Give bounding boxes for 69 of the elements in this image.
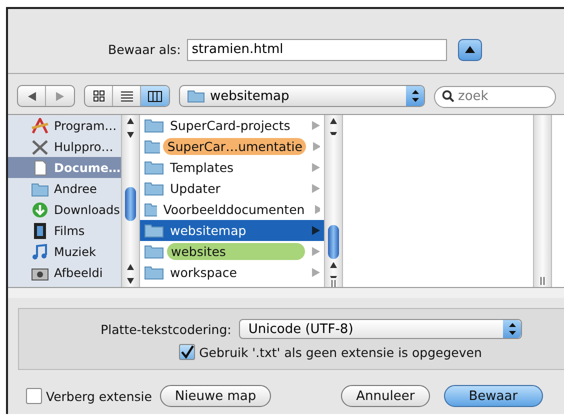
sidebar-item[interactable]: Downloads — [8, 199, 121, 220]
music-note-icon — [31, 244, 49, 260]
columns-icon — [148, 90, 162, 102]
tools-icon — [31, 138, 49, 154]
file-row[interactable]: workspace — [140, 262, 324, 283]
file-row[interactable]: Voorbeelddocumenten — [140, 199, 324, 220]
checkbox-label: Verberg extensie — [46, 388, 152, 404]
popup-arrows-icon — [406, 86, 424, 106]
folder-icon — [144, 202, 158, 217]
color-label: SuperCar…umentatie — [163, 138, 306, 155]
push-button[interactable]: Annuleer — [341, 385, 430, 407]
filename-field[interactable]: stramien.html — [186, 38, 447, 60]
search-icon — [442, 90, 454, 102]
search-field[interactable]: zoek — [434, 86, 556, 108]
folder-icon — [187, 89, 205, 103]
file-row[interactable]: Updater — [140, 178, 324, 199]
default-button[interactable]: Bewaar — [444, 385, 543, 407]
horizontal-scrollbar[interactable] — [8, 288, 564, 298]
sidebar-item[interactable]: Muziek — [8, 241, 121, 262]
columns-view-button[interactable] — [141, 86, 169, 106]
file-row[interactable]: websitemap — [140, 220, 324, 241]
location-popup[interactable]: websitemap — [179, 85, 425, 107]
disclosure-arrow-icon — [312, 163, 320, 172]
download-icon — [31, 202, 49, 218]
checkbox-label: Gebruik '.txt' als geen extensie is opgegeven — [199, 344, 482, 360]
folder-icon — [144, 181, 164, 196]
folder-icon — [144, 160, 164, 175]
folder-icon — [144, 265, 164, 280]
disclosure-arrow-icon — [314, 205, 320, 214]
checkbox[interactable] — [179, 344, 196, 360]
grid-icon — [92, 90, 104, 102]
encoding-popup[interactable]: Unicode (UTF-8) — [239, 319, 522, 339]
encoding-label: Platte-tekstcodering: — [100, 322, 232, 336]
disclosure-arrow-icon — [313, 142, 320, 151]
save-as-label: Bewaar als: — [108, 42, 181, 57]
collapse-button[interactable] — [458, 38, 482, 60]
sidebar-item[interactable]: Films — [8, 220, 121, 241]
forward-arrow-icon — [56, 92, 64, 100]
file-row[interactable]: Templates — [140, 157, 324, 178]
back-arrow-icon — [28, 92, 36, 100]
sidebar-item[interactable]: Andree — [8, 178, 121, 199]
file-row[interactable]: SuperCar…umentatie — [140, 136, 324, 157]
scroll-thumb[interactable] — [328, 224, 339, 258]
scroll-thumb[interactable] — [125, 187, 136, 221]
file-row[interactable]: websites — [140, 241, 324, 262]
disclosure-arrow-icon — [312, 121, 320, 130]
folder-icon — [144, 139, 160, 154]
push-button[interactable]: Nieuwe map — [160, 385, 272, 407]
sidebar-item[interactable]: Hulppro… — [8, 136, 121, 157]
folder-icon — [144, 118, 164, 133]
sidebar-item[interactable]: Afbeeldi — [8, 262, 121, 283]
folder-icon — [31, 180, 49, 196]
color-label: websites — [167, 243, 305, 260]
disclosure-arrow-icon — [312, 184, 320, 193]
list-icon — [120, 90, 132, 102]
pencil-ruler-icon — [31, 118, 49, 134]
popup-arrows-icon — [503, 320, 522, 338]
checkbox[interactable] — [26, 388, 42, 404]
disclosure-arrow-icon — [312, 226, 320, 235]
folder-icon — [144, 244, 164, 259]
folder-icon — [144, 223, 164, 238]
sidebar-item[interactable]: Program… — [8, 115, 121, 136]
disclosure-arrow-icon — [312, 247, 320, 256]
scrollbar[interactable] — [121, 115, 140, 287]
scrollbar[interactable] — [324, 115, 343, 287]
film-icon — [31, 222, 49, 238]
file-row[interactable]: SuperCard-projects — [140, 115, 324, 136]
up-triangle-icon — [464, 46, 475, 53]
disclosure-arrow-icon — [312, 268, 320, 277]
